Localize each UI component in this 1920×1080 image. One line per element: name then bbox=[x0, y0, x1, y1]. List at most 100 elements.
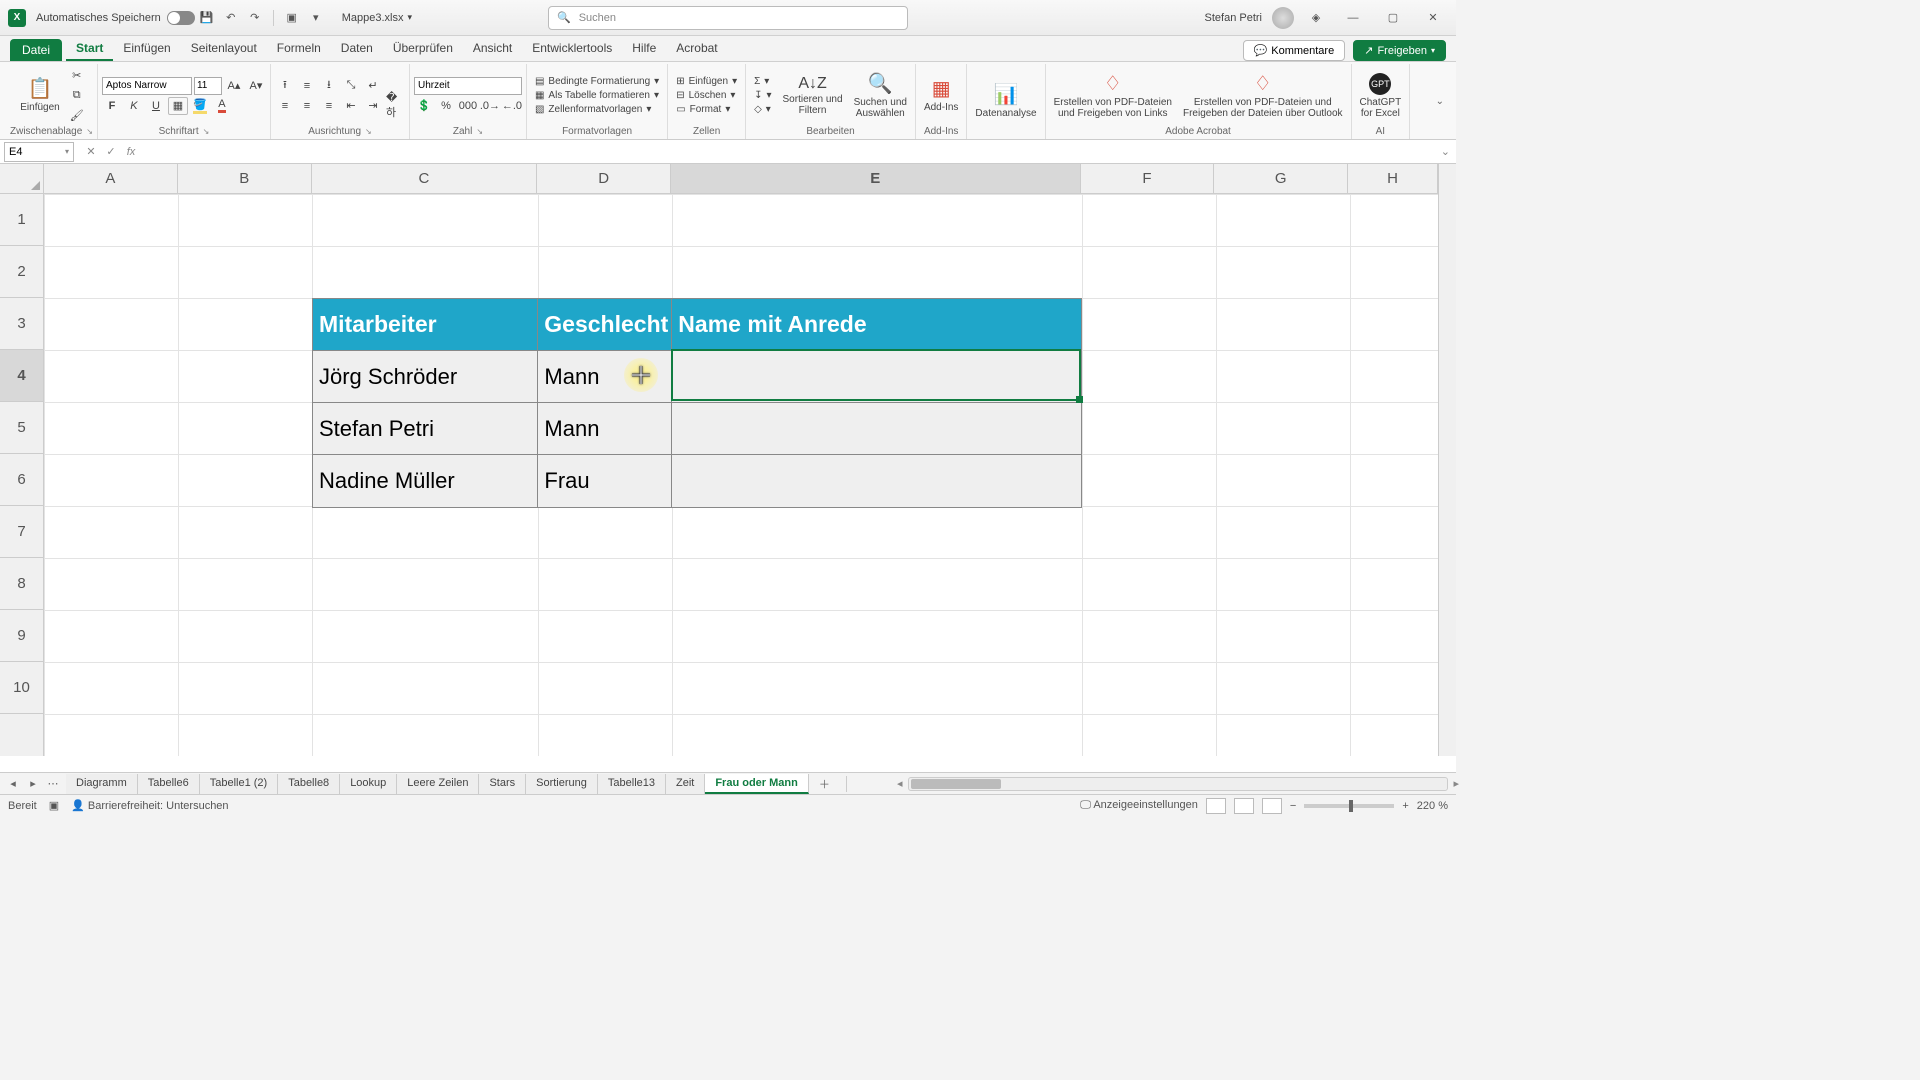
user-avatar[interactable] bbox=[1272, 7, 1294, 29]
copy-icon[interactable]: ⧉ bbox=[67, 87, 87, 105]
paste-button[interactable]: 📋Einfügen bbox=[16, 76, 63, 115]
row-header[interactable]: 5 bbox=[0, 402, 43, 454]
ribbon-tab-file[interactable]: Datei bbox=[10, 39, 62, 61]
table-cell[interactable]: Stefan Petri bbox=[313, 403, 538, 455]
align-left-icon[interactable]: ≡ bbox=[275, 97, 295, 115]
addins-button[interactable]: ▦Add-Ins bbox=[920, 76, 962, 115]
align-top-icon[interactable]: ⭱ bbox=[275, 77, 295, 95]
row-header[interactable]: 7 bbox=[0, 506, 43, 558]
fill-button[interactable]: ↧▾ bbox=[750, 89, 775, 102]
font-name-select[interactable] bbox=[102, 77, 192, 95]
cancel-formula-icon[interactable]: ✕ bbox=[82, 145, 100, 158]
fx-icon[interactable]: fx bbox=[122, 146, 140, 158]
ribbon-tab-seitenlayout[interactable]: Seitenlayout bbox=[181, 37, 267, 61]
zoom-out-button[interactable]: − bbox=[1290, 800, 1296, 812]
column-header[interactable]: G bbox=[1214, 164, 1348, 193]
column-header[interactable]: E bbox=[671, 164, 1080, 193]
ribbon-tab-hilfe[interactable]: Hilfe bbox=[622, 37, 666, 61]
align-bottom-icon[interactable]: ⭳ bbox=[319, 77, 339, 95]
fill-color-icon[interactable]: 🪣 bbox=[190, 97, 210, 115]
increase-decimal-icon[interactable]: .0→ bbox=[480, 97, 500, 115]
increase-indent-icon[interactable]: ⇥ bbox=[363, 97, 383, 115]
dialog-launcher-icon[interactable]: ↘ bbox=[203, 127, 210, 136]
redo-icon[interactable]: ↷ bbox=[244, 7, 266, 29]
table-cell[interactable] bbox=[672, 455, 1081, 507]
page-layout-view-icon[interactable] bbox=[1234, 798, 1254, 814]
increase-font-icon[interactable]: A▴ bbox=[224, 77, 244, 95]
format-cells-button[interactable]: ▭Format▾ bbox=[672, 103, 741, 116]
column-header[interactable]: H bbox=[1348, 164, 1438, 193]
sheet-tab[interactable]: Tabelle1 (2) bbox=[200, 774, 278, 794]
ribbon-tab-acrobat[interactable]: Acrobat bbox=[666, 37, 727, 61]
zoom-level[interactable]: 220 % bbox=[1417, 800, 1448, 812]
minimize-button[interactable]: — bbox=[1338, 8, 1368, 28]
vertical-scrollbar[interactable] bbox=[1438, 164, 1456, 756]
undo-icon[interactable]: ↶ bbox=[220, 7, 242, 29]
horizontal-scrollbar[interactable]: ◂▸ bbox=[908, 777, 1448, 791]
table-cell[interactable] bbox=[672, 403, 1081, 455]
delete-cells-button[interactable]: ⊟Löschen▾ bbox=[672, 89, 741, 102]
share-button[interactable]: ↗Freigeben▾ bbox=[1353, 40, 1446, 61]
borders-icon[interactable]: ▦ bbox=[168, 97, 188, 115]
spreadsheet-grid[interactable]: ABCDEFGH 12345678910 MitarbeiterGeschlec… bbox=[0, 164, 1456, 772]
sheet-tab[interactable]: Stars bbox=[479, 774, 526, 794]
column-header[interactable]: C bbox=[312, 164, 538, 193]
acrobat-pdf-link-button[interactable]: ♢Erstellen von PDF-Dateien und Freigeben… bbox=[1050, 71, 1176, 121]
column-header[interactable]: F bbox=[1081, 164, 1215, 193]
file-name[interactable]: Mappe3.xlsx ▾ bbox=[342, 12, 412, 24]
row-header[interactable]: 10 bbox=[0, 662, 43, 714]
table-header-cell[interactable]: Name mit Anrede bbox=[672, 299, 1081, 351]
sheet-nav-first-icon[interactable]: ◂ bbox=[4, 777, 22, 790]
ribbon-tab-ansicht[interactable]: Ansicht bbox=[463, 37, 522, 61]
cells-area[interactable]: MitarbeiterGeschlechtName mit AnredeJörg… bbox=[44, 194, 1438, 756]
accessibility-status[interactable]: 👤 Barrierefreiheit: Untersuchen bbox=[71, 799, 228, 812]
find-select-button[interactable]: 🔍Suchen und Auswählen bbox=[850, 71, 911, 121]
row-header[interactable]: 8 bbox=[0, 558, 43, 610]
normal-view-icon[interactable] bbox=[1206, 798, 1226, 814]
name-box[interactable]: E4 ▾ bbox=[4, 142, 74, 162]
formula-input[interactable] bbox=[144, 142, 1435, 162]
table-cell[interactable]: Frau bbox=[538, 455, 672, 507]
table-header-cell[interactable]: Geschlecht bbox=[538, 299, 672, 351]
table-cell[interactable] bbox=[672, 351, 1081, 403]
insert-cells-button[interactable]: ⊞Einfügen▾ bbox=[672, 75, 741, 88]
align-center-icon[interactable]: ≡ bbox=[297, 97, 317, 115]
maximize-button[interactable]: ▢ bbox=[1378, 8, 1408, 28]
sheet-tab[interactable]: Leere Zeilen bbox=[397, 774, 479, 794]
decrease-font-icon[interactable]: A▾ bbox=[246, 77, 266, 95]
wrap-text-icon[interactable]: ↵ bbox=[363, 77, 383, 95]
align-right-icon[interactable]: ≡ bbox=[319, 97, 339, 115]
sheet-tab[interactable]: Tabelle6 bbox=[138, 774, 200, 794]
add-sheet-button[interactable]: ＋ bbox=[809, 773, 840, 795]
column-header[interactable]: B bbox=[178, 164, 312, 193]
close-button[interactable]: ✕ bbox=[1418, 8, 1448, 28]
column-header[interactable]: D bbox=[537, 164, 671, 193]
comments-button[interactable]: 💬Kommentare bbox=[1243, 40, 1346, 61]
sheet-tab[interactable]: Tabelle13 bbox=[598, 774, 666, 794]
ribbon-tab-daten[interactable]: Daten bbox=[331, 37, 383, 61]
clear-button[interactable]: ◇▾ bbox=[750, 103, 775, 116]
orientation-icon[interactable]: ⤡ bbox=[341, 77, 361, 95]
font-size-select[interactable] bbox=[194, 77, 222, 95]
table-cell[interactable]: Jörg Schröder bbox=[313, 351, 538, 403]
camera-icon[interactable]: ▣ bbox=[281, 7, 303, 29]
dialog-launcher-icon[interactable]: ↘ bbox=[476, 127, 483, 136]
table-cell[interactable]: Mann bbox=[538, 351, 672, 403]
acrobat-pdf-outlook-button[interactable]: ♢Erstellen von PDF-Dateien und Freigeben… bbox=[1179, 71, 1347, 121]
sheet-tab[interactable]: Frau oder Mann bbox=[705, 774, 809, 794]
dialog-launcher-icon[interactable]: ↘ bbox=[365, 127, 372, 136]
search-box[interactable]: 🔍 Suchen bbox=[548, 6, 908, 30]
sheet-tab[interactable]: Lookup bbox=[340, 774, 397, 794]
sheet-nav-more-icon[interactable]: ⋯ bbox=[44, 777, 62, 790]
merge-icon[interactable]: �하 bbox=[385, 97, 405, 115]
format-painter-icon[interactable]: 🖌 bbox=[67, 107, 87, 125]
decrease-decimal-icon[interactable]: ←.0 bbox=[502, 97, 522, 115]
row-header[interactable]: 4 bbox=[0, 350, 43, 402]
bold-icon[interactable]: F bbox=[102, 97, 122, 115]
diamond-icon[interactable]: ◈ bbox=[1305, 7, 1327, 29]
ribbon-tab-überprüfen[interactable]: Überprüfen bbox=[383, 37, 463, 61]
collapse-ribbon-icon[interactable]: ⌄ bbox=[1430, 96, 1450, 107]
percent-icon[interactable]: % bbox=[436, 97, 456, 115]
column-header[interactable]: A bbox=[44, 164, 178, 193]
save-icon[interactable]: 💾 bbox=[196, 7, 218, 29]
